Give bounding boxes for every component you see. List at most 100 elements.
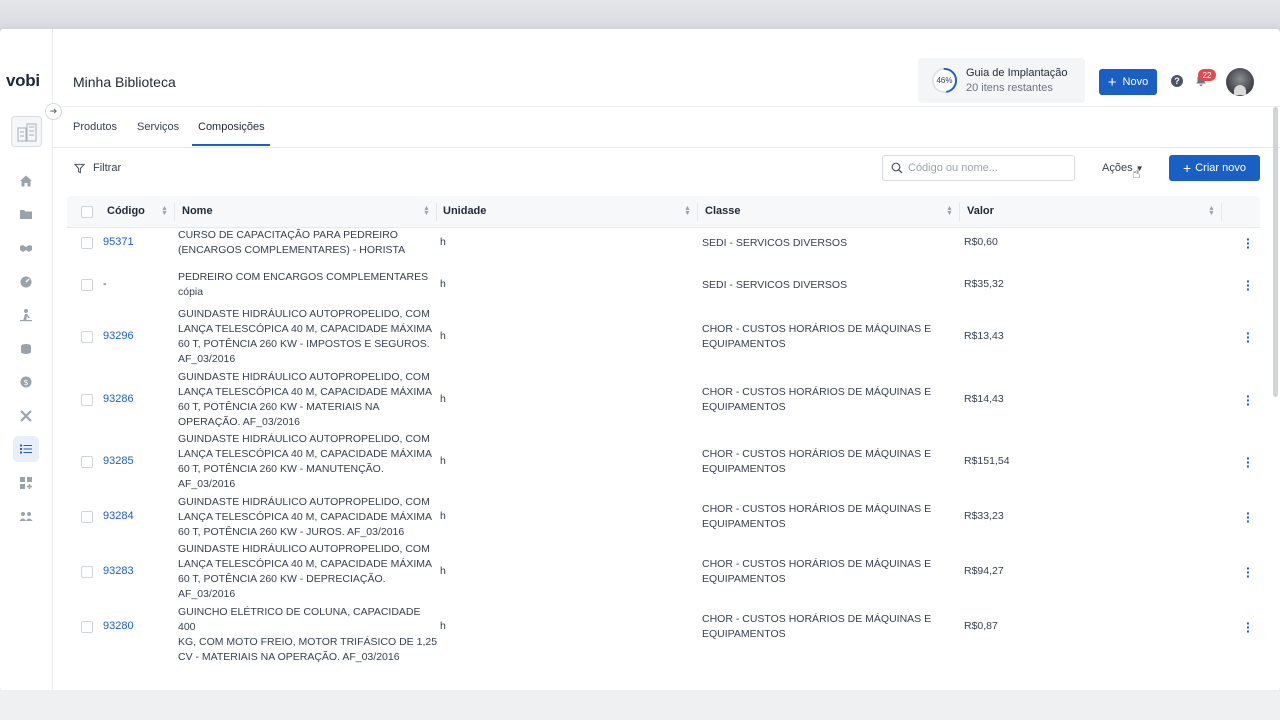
row-checkbox[interactable] — [81, 237, 93, 249]
search-input[interactable] — [908, 162, 1068, 174]
worker-icon[interactable] — [13, 302, 39, 328]
select-all-checkbox[interactable] — [81, 206, 93, 218]
more-options-icon[interactable]: · · · — [1246, 274, 1251, 296]
row-code[interactable]: 93286 — [103, 393, 134, 405]
row-code[interactable]: 93284 — [103, 510, 134, 522]
folder-icon[interactable] — [13, 201, 39, 227]
hand-cursor-icon: ☝ — [1132, 165, 1141, 181]
row-checkbox[interactable] — [81, 331, 93, 343]
row-class: CHOR - CUSTOS HORÁRIOS DE MÁQUINAS E EQUI… — [702, 322, 952, 352]
row-code[interactable]: 95371 — [103, 236, 134, 248]
row-name-line: LANÇA TELESCÓPICA 40 M, CAPACIDADE MÁXIM… — [178, 386, 433, 398]
row-name-line: AF_03/2016 — [178, 478, 236, 490]
sort-icon[interactable]: ▲ ▼ — [684, 205, 691, 217]
tab-servicos[interactable]: Serviços — [137, 121, 179, 133]
more-options-icon[interactable]: · · · — [1246, 616, 1251, 638]
more-options-icon[interactable]: · · · — [1246, 389, 1251, 411]
column-classe[interactable]: Classe — [705, 205, 740, 217]
sidebar-toggle-icon[interactable]: ➜ — [45, 103, 62, 120]
more-options-icon[interactable]: · · · — [1246, 506, 1251, 528]
row-checkbox[interactable] — [81, 621, 93, 633]
column-divider — [436, 203, 437, 221]
company-building-icon[interactable] — [11, 116, 42, 147]
add-grid-icon[interactable] — [13, 470, 39, 496]
column-divider — [1221, 203, 1222, 221]
team-icon[interactable] — [13, 503, 39, 529]
row-name: GUINCHO ELÉTRICO DE COLUNA, CAPACIDADE 4… — [178, 605, 438, 665]
vobi-logo[interactable]: vobi — [6, 71, 40, 91]
row-checkbox[interactable] — [81, 456, 93, 468]
row-name-line: AF_03/2016 — [178, 353, 236, 365]
row-name-line: KG, COM MOTO FREIO, MOTOR TRIFÁSICO DE 1… — [178, 635, 438, 648]
row-checkbox[interactable] — [81, 511, 93, 523]
row-value: R$33,23 — [964, 510, 1004, 522]
home-icon[interactable] — [13, 168, 39, 194]
table-header: Código ▲ ▼ Nome ▲ ▼ Unidade ▲ ▼ Classe ▲ ▼ V… — [67, 196, 1260, 228]
row-name-line: LANÇA TELESCÓPICA 40 M, CAPACIDADE MÁXIM… — [178, 323, 433, 335]
sort-icon[interactable]: ▲ ▼ — [946, 205, 953, 217]
column-nome[interactable]: Nome — [182, 205, 213, 217]
row-name-line: GUINDASTE HIDRÁULICO AUTOPROPELIDO, COM — [178, 308, 430, 320]
compositions-table: Código ▲ ▼ Nome ▲ ▼ Unidade ▲ ▼ Classe ▲ ▼ V… — [67, 196, 1260, 691]
row-name-line: GUINDASTE HIDRÁULICO AUTOPROPELIDO, COM — [178, 371, 430, 383]
coins-icon[interactable] — [13, 336, 39, 362]
avatar[interactable] — [1226, 68, 1254, 96]
filter-label: Filtrar — [93, 162, 122, 174]
more-options-icon[interactable]: · · · — [1246, 561, 1251, 583]
tools-icon[interactable] — [13, 403, 39, 429]
handshake-icon[interactable] — [13, 235, 39, 261]
vertical-scrollbar[interactable] — [1273, 107, 1278, 397]
sort-icon[interactable]: ▲ ▼ — [1208, 205, 1215, 217]
row-code[interactable]: 93285 — [103, 455, 134, 467]
row-unit: h — [440, 393, 446, 405]
row-code[interactable]: 93283 — [103, 565, 134, 577]
create-new-button[interactable]: + Criar novo — [1169, 155, 1260, 181]
column-valor[interactable]: Valor — [967, 205, 994, 217]
row-name-line: LANÇA TELESCÓPICA 40 M, CAPACIDADE MÁXIM… — [178, 448, 433, 460]
row-class-line: CHOR - CUSTOS HORÁRIOS DE MÁQUINAS E — [702, 386, 932, 398]
tab-produtos[interactable]: Produtos — [73, 121, 117, 133]
row-name-line: 60 T, POTÊNCIA 260 KW - IMPOSTOS E SEGUR… — [178, 338, 430, 350]
row-name-line: GUINCHO ELÉTRICO DE COLUNA, CAPACIDADE 4… — [178, 605, 421, 633]
row-unit: h — [440, 620, 446, 632]
column-codigo[interactable]: Código — [107, 205, 145, 217]
more-options-icon[interactable]: · · · — [1246, 326, 1251, 348]
row-unit: h — [440, 510, 446, 522]
help-icon[interactable]: ? — [1171, 75, 1183, 87]
sidebar: vobi $ — [0, 29, 53, 691]
gauge-icon[interactable] — [13, 269, 39, 295]
sort-icon[interactable]: ▲ ▼ — [423, 205, 430, 217]
filter-icon — [74, 163, 85, 173]
sort-icon[interactable]: ▲ ▼ — [161, 205, 168, 217]
tab-composicoes[interactable]: Composições — [198, 121, 265, 133]
implantation-guide[interactable]: 46% Guia de Implantação 20 itens restant… — [918, 58, 1085, 103]
row-class: CHOR - CUSTOS HORÁRIOS DE MÁQUINAS E EQUI… — [702, 557, 952, 587]
row-name: PEDREIRO COM ENCARGOS COMPLEMENTARES cópi… — [178, 270, 438, 300]
row-name-line: LANÇA TELESCÓPICA 40 M, CAPACIDADE MÁXIM… — [178, 510, 433, 523]
more-options-icon[interactable]: · · · — [1246, 451, 1251, 473]
row-checkbox[interactable] — [81, 394, 93, 406]
row-class: CHOR - CUSTOS HORÁRIOS DE MÁQUINAS E EQUI… — [702, 502, 952, 532]
row-code[interactable]: 93296 — [103, 330, 134, 342]
row-name-line: AF_03/2016 — [178, 588, 236, 600]
dollar-icon[interactable]: $ — [13, 369, 39, 395]
new-button[interactable]: + Novo — [1099, 69, 1157, 95]
search-box[interactable] — [882, 155, 1075, 181]
row-class-line: SEDI - SERVICOS DIVERSOS — [702, 236, 848, 249]
row-checkbox[interactable] — [81, 566, 93, 578]
filter-button[interactable]: Filtrar — [74, 162, 121, 174]
new-button-label: Novo — [1122, 76, 1149, 88]
row-unit: h — [440, 565, 446, 577]
row-unit: h — [440, 330, 446, 342]
column-unidade[interactable]: Unidade — [443, 205, 486, 217]
row-class-line: CHOR - CUSTOS HORÁRIOS DE MÁQUINAS E — [702, 558, 932, 570]
row-name-line: 60 T, POTÊNCIA 260 KW - JUROS. AF_03/201… — [178, 525, 405, 538]
toolbar: Filtrar Ações ▼ ☝ + Criar novo — [53, 148, 1280, 189]
list-icon[interactable] — [13, 436, 39, 462]
plus-icon: + — [1183, 160, 1192, 176]
row-code[interactable]: 93280 — [103, 620, 134, 632]
row-class: CHOR - CUSTOS HORÁRIOS DE MÁQUINAS E EQUI… — [702, 385, 952, 415]
more-options-icon[interactable]: · · · — [1246, 232, 1251, 254]
row-checkbox[interactable] — [81, 279, 93, 291]
row-name-line: 60 T, POTÊNCIA 260 KW - MANUTENÇÃO. — [178, 463, 384, 475]
